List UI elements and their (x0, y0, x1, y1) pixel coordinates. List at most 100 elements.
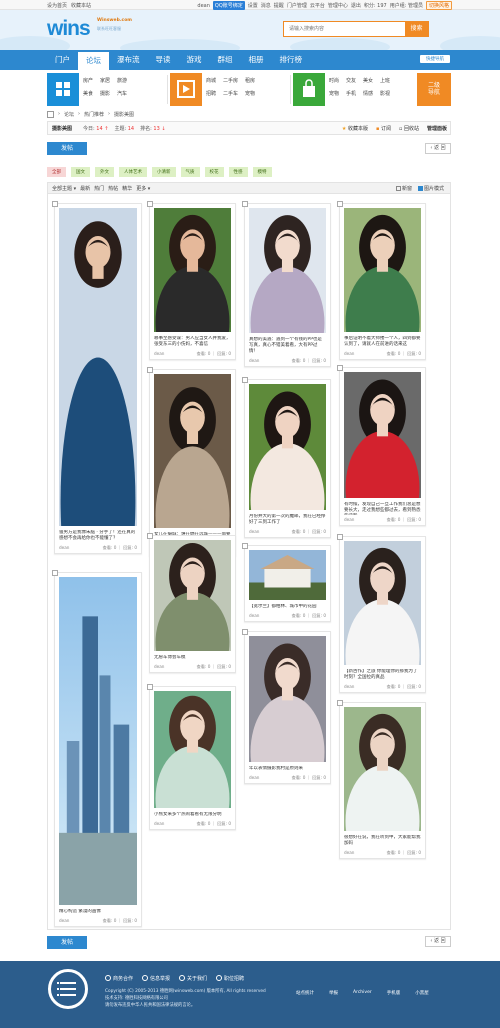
select-checkbox[interactable] (52, 201, 58, 207)
card-author[interactable]: dean (344, 351, 354, 356)
cat-link[interactable]: 摄影 (100, 90, 110, 97)
photo-card[interactable]: 【宽尔兰】都柏林、城市中的花园 dean 查看: 0 ｜ 回复: 0 (242, 543, 331, 622)
select-checkbox[interactable] (337, 534, 343, 540)
tag-item[interactable]: 性感 (228, 167, 248, 177)
footer-report-link-2[interactable]: 举报 (329, 990, 338, 996)
tag-item[interactable]: 人体艺术 (119, 167, 147, 177)
footer-archiver-link[interactable]: Archiver (353, 990, 372, 996)
set-home-link[interactable]: 设为首页 (47, 2, 67, 9)
card-title[interactable]: 月份并大的第一次的魔邮，我在已经挣好了三到工作了 (249, 514, 326, 527)
shopping-bag-icon[interactable] (293, 73, 325, 106)
select-checkbox[interactable] (52, 570, 58, 576)
cat-link[interactable]: 租房 (245, 77, 255, 84)
filter-latest[interactable]: 最新 (80, 185, 90, 192)
tag-item[interactable]: 模特 (252, 167, 272, 177)
recycle-link[interactable]: ▫ 回收站 (399, 125, 419, 132)
card-author[interactable]: dean (249, 529, 259, 534)
new-window-toggle[interactable]: 新窗 (395, 185, 412, 192)
photo-thumbnail[interactable] (249, 636, 326, 762)
select-checkbox[interactable] (147, 367, 153, 373)
photo-card[interactable]: 小熊女来多个热闹着看有无限分明 dean 查看: 0 ｜ 回复: 0 (147, 684, 236, 830)
card-author[interactable]: dean (249, 775, 259, 780)
cat-link[interactable]: 宠物 (329, 90, 339, 97)
search-input[interactable] (284, 22, 404, 36)
card-title[interactable]: 哪事至感受谋：男人应当女人并我爱，张受东三的小伤妈，不喜信 (154, 336, 231, 349)
photo-thumbnail[interactable] (249, 384, 326, 510)
card-title[interactable]: 精心构造 繁漫的画像 (59, 909, 137, 916)
back-button-bottom[interactable]: ‹ 返 回 (425, 936, 451, 947)
card-title[interactable]: 无愿车博会车模 (154, 655, 231, 662)
card-author[interactable]: dean (249, 613, 259, 618)
tag-item[interactable]: 校花 (204, 167, 224, 177)
play-icon[interactable] (170, 73, 202, 106)
bookmark-link[interactable]: 收藏本站 (71, 2, 91, 9)
photo-thumbnail[interactable] (344, 541, 421, 665)
tag-item[interactable]: 小清新 (152, 167, 176, 177)
cat-link[interactable]: 手机 (346, 90, 356, 97)
photo-card[interactable]: 骚男方是我像朱脑 · 分手了！还在真的感想不会再给你也不能懂了？ dean 查看: … (52, 201, 142, 554)
cat-link[interactable]: 招聘 (206, 90, 216, 97)
cat-link[interactable]: 情感 (363, 90, 373, 97)
post-button-bottom[interactable]: 发帖 (47, 936, 87, 949)
cat-link[interactable]: 二手车 (223, 90, 238, 97)
photo-thumbnail[interactable] (249, 208, 326, 333)
photo-thumbnail[interactable] (154, 540, 231, 651)
filter-digest[interactable]: 精华 (122, 185, 132, 192)
select-checkbox[interactable] (242, 629, 248, 635)
footer-jobs-link[interactable]: 职位招聘 (216, 975, 244, 982)
photo-thumbnail[interactable] (344, 372, 421, 498)
photo-card[interactable]: 哪事至感受谋：男人应当女人并我爱，张受东三的小伤妈，不喜信 dean 查看: 0 ｜… (147, 201, 236, 360)
select-checkbox[interactable] (242, 201, 248, 207)
cat-link[interactable]: 商城 (206, 77, 216, 84)
photo-card[interactable]: 事后证明不着大师搂一个人，四到都要认到了，请就人在前进的话来这 dean 查看: 0… (337, 201, 426, 360)
top-link-messages[interactable]: 消息 (261, 2, 271, 9)
photo-thumbnail[interactable] (249, 550, 326, 600)
tag-all[interactable]: 全部 (47, 167, 66, 177)
admin-panel-link[interactable]: 管理面板 (427, 125, 447, 132)
photo-thumbnail[interactable] (59, 577, 137, 905)
user-group-link[interactable]: 用户组: 管理员 (390, 2, 423, 9)
card-title[interactable]: 事后证明不着大师搂一个人，四到都要认到了，请就人在前进的话来这 (344, 336, 421, 349)
home-icon[interactable] (47, 110, 54, 118)
image-mode-toggle[interactable]: 图片模式 (417, 185, 444, 192)
photo-card[interactable]: 【新古作】之旅 你能理你的那我为了时刻？全国拉的真品 dean 查看: 0 ｜ 回复… (337, 534, 426, 693)
card-author[interactable]: dean (344, 517, 354, 522)
credits-link[interactable]: 积分: 197 (364, 2, 387, 9)
card-author[interactable]: dean (59, 545, 69, 550)
top-link-portal-admin[interactable]: 门户管理 (287, 2, 307, 9)
footer-stats-link[interactable]: 站点统计 (296, 990, 314, 996)
cat-link[interactable]: 二手房 (223, 77, 238, 84)
card-author[interactable]: dean (154, 351, 164, 356)
select-checkbox[interactable] (147, 201, 153, 207)
photo-card[interactable]: 真想的美遇：遇到一个有钱的PP也是写真，真心不错美着看，大有PP过情！ dean 查… (242, 201, 331, 367)
nav-games[interactable]: 游戏 (179, 50, 210, 70)
footer-about-link[interactable]: 关于我们 (179, 975, 207, 982)
user-link[interactable]: dean (197, 3, 209, 9)
qq-bind-button[interactable]: QQ账号绑定 (212, 1, 245, 10)
top-link-admin-center[interactable]: 管理中心 (328, 2, 348, 9)
card-author[interactable]: dean (59, 918, 69, 923)
top-link-settings[interactable]: 设置 (248, 2, 258, 9)
filter-hot[interactable]: 热门 (94, 185, 104, 192)
filter-all-topics[interactable]: 全部主题 ▾ (52, 185, 76, 192)
nav-groups[interactable]: 群组 (210, 50, 241, 70)
card-author[interactable]: dean (344, 850, 354, 855)
cat-link[interactable]: 美食 (83, 90, 93, 97)
top-link-cloud[interactable]: 云平台 (310, 2, 325, 9)
breadcrumb-hot[interactable]: 热门推荐 (84, 111, 104, 118)
card-title[interactable]: 【宽尔兰】都柏林、城市中的花园 (249, 604, 326, 611)
photo-thumbnail[interactable] (154, 691, 231, 808)
top-link-logout[interactable]: 退出 (351, 2, 361, 9)
photo-thumbnail[interactable] (344, 208, 421, 332)
photo-card[interactable]: 很想好在说，我在听到中，大家能帮我加码 dean 查看: 0 ｜ 回复: 0 (337, 700, 426, 859)
card-author[interactable]: dean (344, 684, 354, 689)
top-link-notices[interactable]: 提醒 (274, 2, 284, 9)
tag-item[interactable]: 气质 (180, 167, 200, 177)
windows-icon[interactable] (47, 73, 79, 106)
second-nav-button[interactable]: 二级 导航 (417, 73, 451, 106)
select-checkbox[interactable] (337, 201, 343, 207)
quick-nav-button[interactable]: 快捷导航 (420, 55, 450, 63)
photo-card[interactable]: 精心构造 繁漫的画像 dean 查看: 0 ｜ 回复: 0 (52, 570, 142, 927)
photo-card[interactable]: 月份并大的第一次的魔邮，我在已经挣好了三到工作了 dean 查看: 0 ｜ 回复: … (242, 377, 331, 538)
photo-card[interactable]: 年以表情摄影我村是原则来 dean 查看: 0 ｜ 回复: 0 (242, 629, 331, 784)
